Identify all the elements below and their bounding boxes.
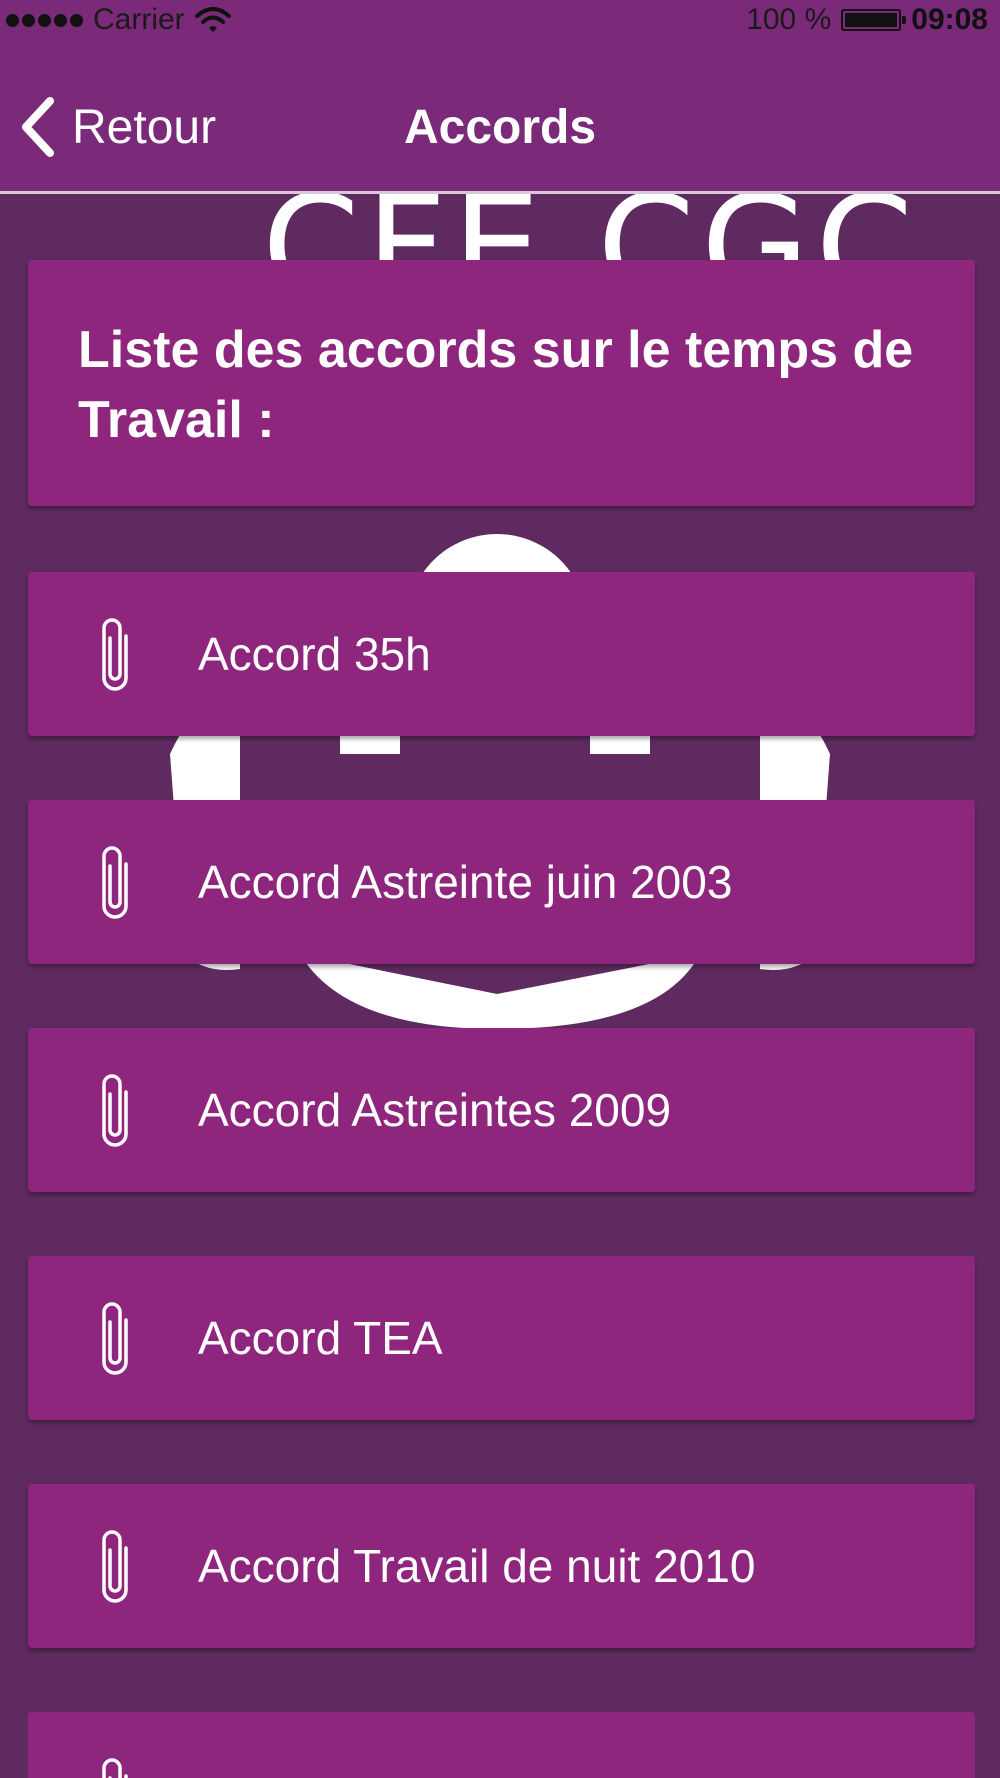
status-left: Carrier (6, 3, 231, 37)
paperclip-icon (102, 618, 128, 691)
list-item[interactable]: Accord Travail de nuit 2010 (28, 1484, 975, 1648)
battery-icon (841, 9, 907, 31)
section-title: Liste des accords sur le temps de Travai… (78, 321, 914, 449)
paperclip-icon (102, 1302, 128, 1375)
section-header-card: Liste des accords sur le temps de Travai… (28, 260, 975, 506)
list-item[interactable] (28, 1712, 975, 1778)
signal-strength-icon (6, 13, 83, 27)
list-item[interactable]: Accord Astreintes 2009 (28, 1028, 975, 1192)
paperclip-icon (102, 1074, 128, 1147)
wifi-icon (194, 7, 231, 32)
paperclip-icon (102, 1758, 128, 1778)
status-right: 100 % 09:08 (746, 3, 988, 37)
list-item-label: Accord Travail de nuit 2010 (198, 1540, 756, 1592)
list-item[interactable]: Accord 35h (28, 572, 975, 736)
list-item-label: Accord TEA (198, 1312, 443, 1364)
page-title: Accords (403, 101, 597, 154)
list-item[interactable]: Accord Astreinte juin 2003 (28, 800, 975, 964)
list-item-label: Accord Astreinte juin 2003 (198, 856, 733, 908)
list-item-label: Accord Astreintes 2009 (198, 1084, 672, 1136)
list-item[interactable]: Accord TEA (28, 1256, 975, 1420)
battery-percentage: 100 % (746, 3, 832, 36)
status-time: 09:08 (911, 3, 988, 36)
app-screen: Carrier 100 % 09:08 Retour Accords Liste… (0, 0, 1000, 1778)
list-item-label: Accord 35h (198, 628, 431, 680)
status-bar: Carrier 100 % 09:08 (0, 0, 1000, 40)
paperclip-icon (102, 1530, 128, 1603)
navigation-bar: Retour Accords (0, 40, 1000, 194)
carrier-name: Carrier (93, 3, 185, 36)
paperclip-icon (102, 846, 128, 919)
